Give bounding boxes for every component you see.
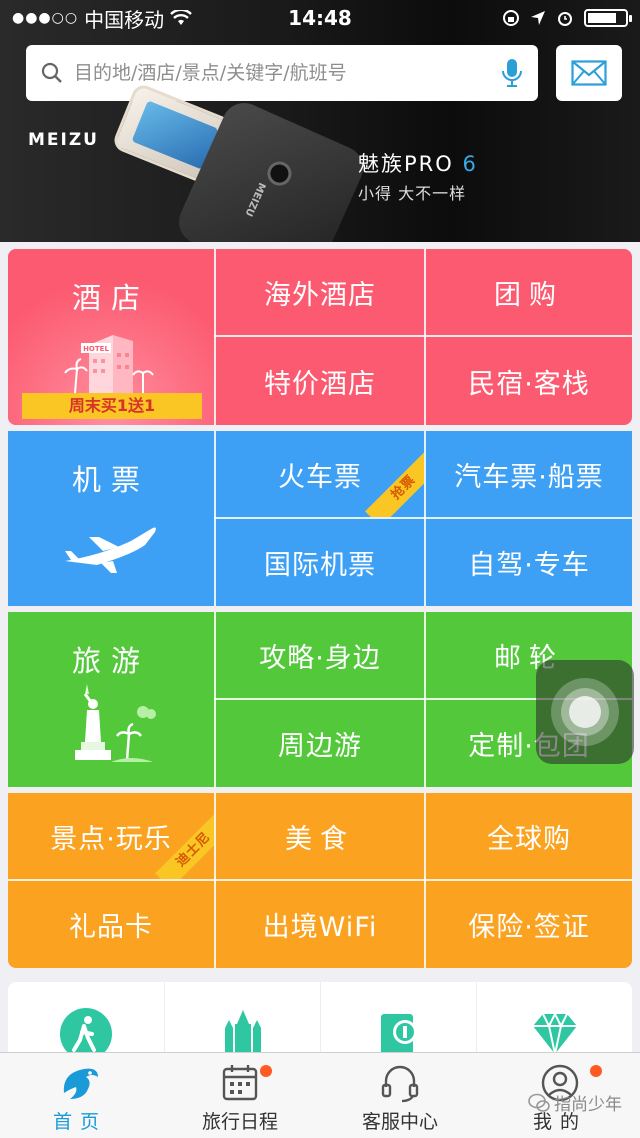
- tab-home[interactable]: 首页: [0, 1053, 160, 1138]
- microphone-icon[interactable]: [500, 57, 524, 89]
- dolphin-icon: [63, 1068, 98, 1099]
- tab-itinerary[interactable]: 旅行日程: [160, 1053, 320, 1138]
- headset-icon: [381, 1065, 419, 1103]
- shortcut-4[interactable]: [476, 982, 632, 1062]
- gift-card-button[interactable]: 礼品卡: [8, 881, 214, 968]
- status-bar: ●●●○○ 中国移动 14:48: [0, 0, 640, 36]
- battery-icon: [584, 9, 632, 27]
- flight-section: 机票 火车票 抢票 汽车票·船票 国际机票 自驾·专车: [8, 431, 632, 606]
- promo-banner[interactable]: 周末买1送1: [22, 393, 202, 419]
- airplane-icon: [65, 527, 156, 573]
- messages-button[interactable]: [556, 45, 622, 101]
- ad-brand-logo: MEIZU: [28, 130, 99, 150]
- self-drive-button[interactable]: 自驾·专车: [426, 519, 632, 606]
- itinerary-badge: [260, 1065, 272, 1077]
- calendar-icon: [222, 1065, 258, 1101]
- travel-label: 旅游: [71, 644, 150, 678]
- shortcut-icon-row: [8, 982, 632, 1062]
- discount-hotel-button[interactable]: 特价酒店: [216, 337, 424, 425]
- insurance-visa-button[interactable]: 保险·签证: [426, 881, 632, 968]
- tab-itinerary-label: 旅行日程: [201, 1111, 278, 1133]
- travel-button[interactable]: 旅游: [8, 612, 214, 787]
- grab-ticket-ribbon: 抢票: [365, 449, 424, 517]
- watermark-text: 指尚少年: [554, 1095, 622, 1115]
- assistive-touch-button[interactable]: [536, 660, 634, 764]
- group-buy-button[interactable]: 团购: [426, 249, 632, 335]
- me-badge: [590, 1065, 602, 1077]
- ad-title[interactable]: 魅族PRO 6: [358, 148, 478, 178]
- train-ticket-label: 火车票: [278, 461, 362, 493]
- overseas-wifi-button[interactable]: 出境WiFi: [216, 881, 424, 968]
- statue-of-liberty-icon: [75, 684, 156, 762]
- ad-phone-label: MEIZU: [242, 180, 268, 218]
- tab-home-label: 首页: [52, 1111, 107, 1133]
- overseas-hotel-button[interactable]: 海外酒店: [216, 249, 424, 335]
- status-time: 14:48: [288, 6, 352, 30]
- shortcut-2[interactable]: [164, 982, 320, 1062]
- hotel-sign-text: HOTEL: [83, 345, 109, 353]
- ad-subtitle: 小得 大不一样: [358, 184, 467, 203]
- hotel-label: 酒店: [71, 281, 150, 315]
- search-icon: [41, 62, 62, 83]
- guides-nearby-button[interactable]: 攻略·身边: [216, 612, 424, 698]
- tab-customer-service[interactable]: 客服中心: [320, 1053, 480, 1138]
- wechat-icon: [528, 1093, 550, 1112]
- shortcut-3[interactable]: [320, 982, 476, 1062]
- guesthouse-button[interactable]: 民宿·客栈: [426, 337, 632, 425]
- wechat-watermark: 指尚少年: [528, 1090, 622, 1115]
- international-flight-button[interactable]: 国际机票: [216, 519, 424, 606]
- global-shopping-button[interactable]: 全球购: [426, 793, 632, 879]
- attractions-label: 景点·玩乐: [50, 823, 172, 855]
- header-banner: ●●●○○ 中国移动 14:48 目的地/酒店/景点/关键字/航班号 MEIZU…: [0, 0, 640, 242]
- hotel-section: 酒店 HOTEL 周末买1送1 海外酒店 团购 特价酒店 民宿·客栈: [8, 249, 632, 425]
- search-bar[interactable]: [26, 45, 538, 101]
- train-ticket-button[interactable]: 火车票 抢票: [216, 431, 424, 517]
- tab-customer-service-label: 客服中心: [361, 1111, 438, 1133]
- bus-ferry-button[interactable]: 汽车票·船票: [426, 431, 632, 517]
- hotel-button[interactable]: 酒店 HOTEL 周末买1送1: [8, 249, 214, 425]
- search-input[interactable]: [74, 62, 500, 84]
- hotel-building-icon: HOTEL: [64, 335, 154, 393]
- shortcut-1[interactable]: [8, 982, 164, 1062]
- fun-section: 景点·玩乐 迪士尼 美食 全球购 礼品卡 出境WiFi 保险·签证: [8, 793, 632, 968]
- flight-button[interactable]: 机票: [8, 431, 214, 606]
- attractions-button[interactable]: 景点·玩乐 迪士尼: [8, 793, 214, 879]
- food-button[interactable]: 美食: [216, 793, 424, 879]
- mail-icon: [571, 60, 607, 86]
- nearby-tour-button[interactable]: 周边游: [216, 700, 424, 787]
- flight-label: 机票: [71, 463, 150, 497]
